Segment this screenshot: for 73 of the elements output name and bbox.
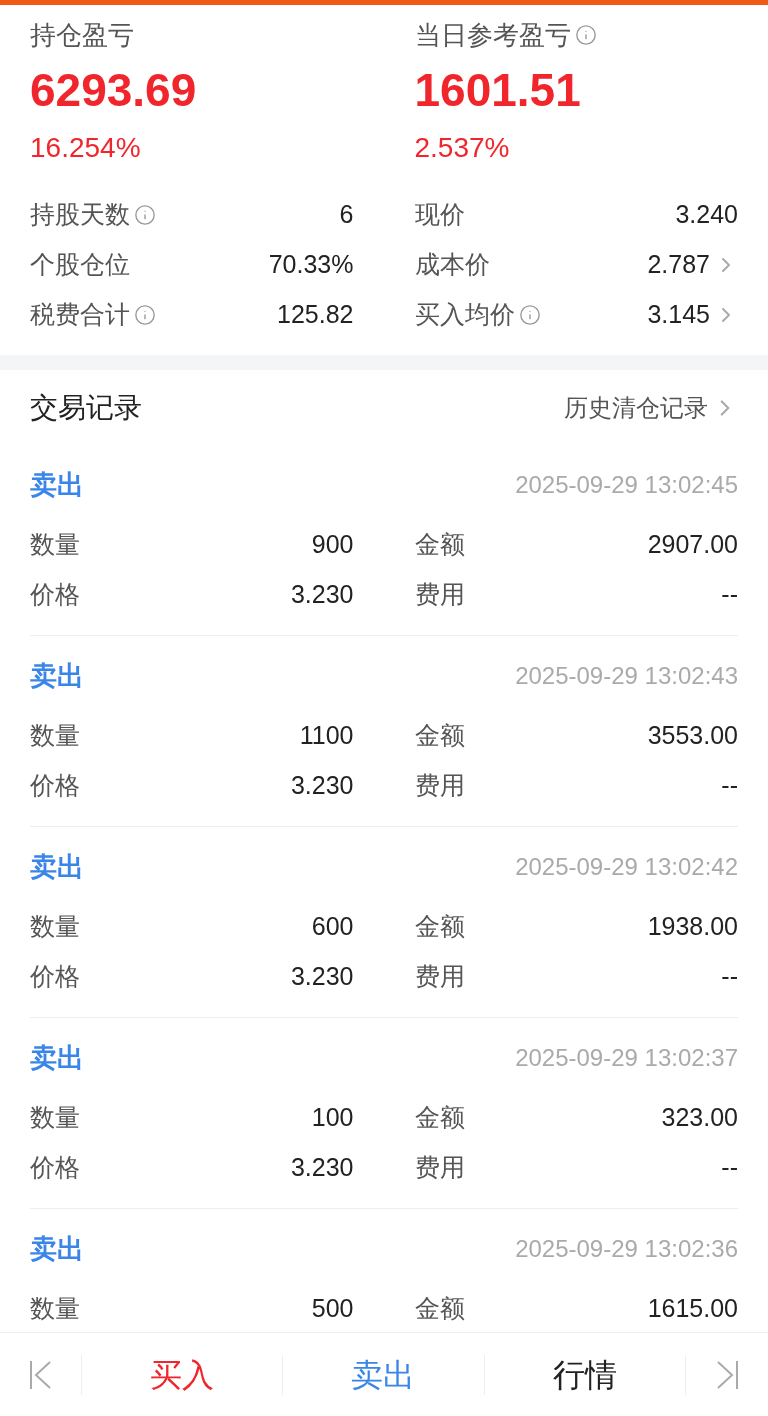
field-label: 数量	[30, 1293, 80, 1325]
stat-value: 125.82	[277, 299, 354, 331]
trade-side: 卖出	[30, 468, 84, 502]
history-link[interactable]: 历史清仓记录	[564, 389, 738, 426]
field-label: 数量	[30, 1102, 80, 1134]
field-label: 金额	[414, 720, 465, 752]
info-icon[interactable]	[574, 24, 597, 46]
field-label: 金额	[414, 529, 465, 561]
stat-value: 3.145	[647, 299, 710, 331]
field-label: 金额	[414, 1293, 465, 1325]
stat-label: 税费合计	[30, 299, 130, 331]
field-label: 数量	[30, 529, 80, 561]
profit-percent: 16.254%	[30, 130, 141, 165]
field-value: --	[721, 1152, 738, 1184]
profit-percent: 2.537%	[414, 130, 510, 165]
field-value: 323.00	[661, 1102, 738, 1134]
info-icon[interactable]	[518, 304, 541, 326]
field-label: 价格	[30, 770, 80, 802]
field-value: 1938.00	[647, 911, 738, 943]
field-value: 3.230	[290, 961, 354, 993]
profit-value: 1601.51	[414, 62, 581, 118]
field-value: 900	[311, 529, 354, 561]
field-value: 1100	[299, 720, 354, 752]
field-label: 数量	[30, 720, 80, 752]
stat-value: 6	[339, 199, 354, 231]
field-label: 金额	[414, 1102, 465, 1134]
field-value: 3.230	[290, 1152, 354, 1184]
field-value: 3.230	[290, 579, 354, 611]
trade-side: 卖出	[30, 659, 84, 693]
toolbar-button[interactable]: 买入	[150, 1350, 215, 1399]
trade-time: 2025-09-29 13:02:42	[515, 852, 738, 882]
summary-label: 持仓盈亏	[30, 18, 134, 52]
stat-value: 70.33%	[268, 249, 354, 281]
info-icon[interactable]	[134, 204, 156, 226]
field-label: 费用	[414, 579, 465, 611]
summary-label: 当日参考盈亏	[414, 18, 571, 52]
trade-time: 2025-09-29 13:02:45	[515, 470, 738, 500]
trade-side: 卖出	[30, 1232, 84, 1266]
trade-time: 2025-09-29 13:02:37	[515, 1043, 738, 1073]
field-label: 价格	[30, 579, 80, 611]
field-label: 价格	[30, 1152, 80, 1184]
trade-time: 2025-09-29 13:02:43	[515, 661, 738, 691]
field-value: --	[721, 770, 738, 802]
stat-value: 3.240	[675, 199, 738, 231]
trade-side: 卖出	[30, 850, 84, 884]
toolbar-button[interactable]: 行情	[552, 1350, 617, 1399]
section-title: 交易记录	[30, 390, 142, 425]
stat-label: 持股天数	[30, 199, 130, 231]
field-label: 价格	[30, 961, 80, 993]
stat-label: 现价	[414, 199, 465, 231]
field-label: 费用	[414, 770, 465, 802]
field-value: 2907.00	[647, 529, 738, 561]
toolbar-button[interactable]: 卖出	[351, 1350, 416, 1399]
field-value: 100	[311, 1102, 354, 1134]
field-value: 600	[311, 911, 354, 943]
stat-label: 成本价	[414, 249, 490, 281]
profit-value: 6293.69	[30, 62, 197, 118]
stat-value: 2.787	[647, 249, 710, 281]
field-label: 数量	[30, 911, 80, 943]
trade-side: 卖出	[30, 1041, 84, 1075]
field-label: 费用	[414, 961, 465, 993]
field-value: --	[721, 579, 738, 611]
info-icon[interactable]	[134, 304, 156, 326]
field-value: 500	[311, 1293, 354, 1325]
field-label: 费用	[414, 1152, 465, 1184]
field-value: 1615.00	[647, 1293, 738, 1325]
field-label: 金额	[414, 911, 465, 943]
stat-label: 个股仓位	[30, 249, 130, 281]
stat-label: 买入均价	[414, 299, 515, 331]
field-value: 3553.00	[647, 720, 738, 752]
field-value: 3.230	[290, 770, 354, 802]
field-value: --	[721, 961, 738, 993]
trade-time: 2025-09-29 13:02:36	[515, 1234, 738, 1264]
